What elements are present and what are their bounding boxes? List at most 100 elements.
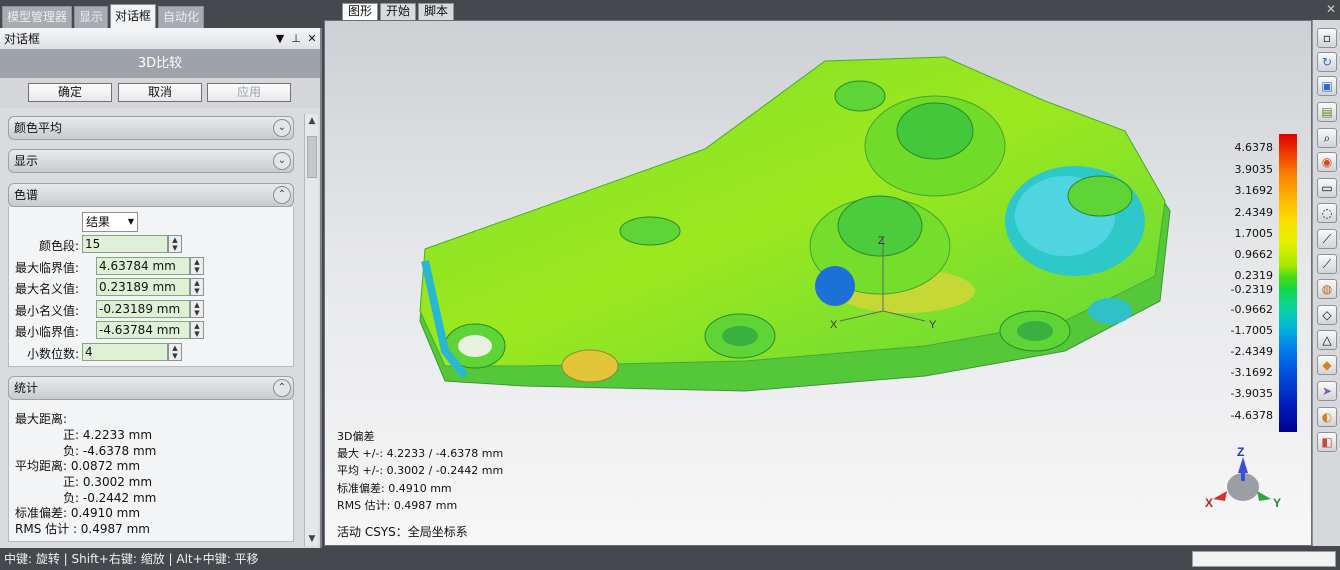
tab-model-manager[interactable]: 模型管理器: [2, 6, 73, 28]
legend-value: -2.4349: [1230, 345, 1273, 358]
section-statistics[interactable]: 统计 ⌃: [8, 376, 294, 400]
collapse-chevron-icon[interactable]: ⌃: [273, 379, 291, 397]
zoom-icon[interactable]: ⌕: [1317, 128, 1337, 148]
section-label: 显示: [14, 154, 39, 168]
dropdown-value: 结果: [86, 215, 111, 229]
tab-script[interactable]: 脚本: [418, 3, 455, 20]
tab-dialog[interactable]: 对话框: [110, 4, 157, 28]
line-select-icon[interactable]: ⟋: [1317, 254, 1337, 274]
section-icon[interactable]: ◐: [1317, 407, 1337, 427]
min-critical-input[interactable]: -4.63784 mm: [96, 321, 190, 339]
tab-display[interactable]: 显示: [74, 6, 109, 28]
decimal-stepper[interactable]: ▲ ▼: [168, 343, 182, 361]
cancel-button[interactable]: 取消: [118, 83, 202, 102]
pin-icon[interactable]: ⊥: [288, 32, 304, 45]
max-nominal-input[interactable]: 0.23189 mm: [96, 278, 190, 296]
overlay-max: 最大 +/-: 4.2233 / -4.6378 mm: [337, 447, 504, 460]
fit-icon[interactable]: ◉: [1317, 152, 1337, 172]
max-critical-input[interactable]: 4.63784 mm: [96, 257, 190, 275]
triad-z-label: Z: [1237, 445, 1244, 459]
stat-line: RMS 估计 : 0.4987 mm: [15, 522, 150, 536]
stat-line: 标准偏差: 0.4910 mm: [15, 506, 141, 520]
vertical-scrollbar[interactable]: ▲ ▼: [304, 114, 318, 546]
triad-y-label: Y: [1273, 496, 1281, 510]
dialog-panel: 对话框 ▼ ⊥ ✕ 3D比较 确定 取消 应用 颜色平均 ⌄ 显示 ⌄ 色谱 ⌃: [0, 28, 322, 548]
close-view-icon[interactable]: ✕: [1326, 2, 1336, 16]
stat-line: 正: 0.3002 mm: [63, 475, 153, 489]
tab-start[interactable]: 开始: [380, 3, 417, 20]
spectrum-body: 结果 ▼ 颜色段: 15 ▲ ▼ 最大临界值: 4.63784 mm ▲ ▼ 最大名…: [8, 207, 294, 367]
scroll-up-icon[interactable]: ▲: [305, 114, 319, 128]
axis-triad[interactable]: Z X Y: [1205, 445, 1285, 515]
apply-button[interactable]: 应用: [207, 83, 291, 102]
segments-stepper[interactable]: ▲ ▼: [168, 235, 182, 253]
scrollbar-thumb[interactable]: [307, 136, 317, 178]
decimal-places-input[interactable]: 4: [82, 343, 168, 361]
select-rect-icon[interactable]: ▭: [1317, 178, 1337, 198]
section-label: 统计: [14, 381, 39, 395]
pointer-icon[interactable]: ➤: [1317, 381, 1337, 401]
section-color-average[interactable]: 颜色平均 ⌄: [8, 116, 294, 140]
surface-icon[interactable]: ◍: [1317, 279, 1337, 299]
brush-icon[interactable]: ⟋: [1317, 229, 1337, 249]
polygon-icon[interactable]: ◇: [1317, 305, 1337, 325]
color-scale-bar: [1279, 134, 1297, 432]
panel-title: 对话框: [4, 32, 41, 46]
legend-value: -1.7005: [1230, 324, 1273, 337]
max-nominal-stepper[interactable]: ▲ ▼: [190, 278, 204, 296]
section-spectrum[interactable]: 色谱 ⌃: [8, 183, 294, 207]
page-icon[interactable]: ▫: [1317, 28, 1337, 48]
collapse-chevron-icon[interactable]: ⌃: [273, 186, 291, 204]
section-label: 色谱: [14, 188, 39, 202]
legend-value: -4.6378: [1230, 409, 1273, 422]
min-nominal-input[interactable]: -0.23189 mm: [96, 300, 190, 318]
close-icon[interactable]: ✕: [304, 32, 320, 45]
legend-value: 3.1692: [1234, 184, 1274, 197]
dialog-title: 3D比较: [0, 50, 320, 78]
status-text: 中键: 旋转 | Shift+右键: 缩放 | Alt+中键: 平移: [4, 552, 259, 566]
polyline-icon[interactable]: △: [1317, 330, 1337, 350]
3d-viewport[interactable]: Z X Y 4.6378 3.9035 3.1692 2.4349 1.7005 0.96…: [324, 20, 1312, 546]
field-label: 最大临界值:: [14, 261, 79, 275]
expand-chevron-icon[interactable]: ⌄: [273, 119, 291, 137]
triad-x-label: X: [1205, 496, 1213, 510]
min-nominal-stepper[interactable]: ▲ ▼: [190, 300, 204, 318]
expand-chevron-icon[interactable]: ⌄: [273, 152, 291, 170]
color-segments-input[interactable]: 15: [82, 235, 168, 253]
dropdown-arrow-icon[interactable]: ▼: [272, 32, 288, 45]
shape-icon[interactable]: ◆: [1317, 355, 1337, 375]
chevron-down-icon: ▼: [127, 217, 134, 226]
tab-automation[interactable]: 自动化: [158, 6, 205, 28]
model-axis-z: Z: [878, 235, 885, 247]
layers-icon[interactable]: ▤: [1317, 102, 1337, 122]
field-label: 最小临界值:: [14, 325, 79, 339]
rotate-icon[interactable]: ↻: [1317, 52, 1337, 72]
dialog-button-row: 确定 取消 应用: [0, 78, 320, 108]
status-field: [1192, 551, 1336, 567]
color-icon[interactable]: ◧: [1317, 432, 1337, 452]
model-axis-y: Y: [929, 319, 937, 331]
section-display[interactable]: 显示 ⌄: [8, 149, 294, 173]
view-tab-bar: 图形 开始 脚本 ✕: [324, 0, 1340, 20]
select-lasso-icon[interactable]: ◌: [1317, 203, 1337, 223]
tab-graphics[interactable]: 图形: [342, 3, 379, 20]
legend-value: 0.9662: [1234, 248, 1274, 261]
left-tab-bar: 模型管理器 显示 对话框 自动化: [0, 0, 322, 28]
ok-button[interactable]: 确定: [28, 83, 112, 102]
legend-value: 4.6378: [1234, 141, 1274, 154]
overlay-avg: 平均 +/-: 0.3002 / -0.2442 mm: [337, 464, 504, 477]
status-bar: 中键: 旋转 | Shift+右键: 缩放 | Alt+中键: 平移: [0, 548, 1340, 570]
legend-value: 2.4349: [1234, 206, 1274, 219]
panel-title-bar: 对话框 ▼ ⊥ ✕: [0, 28, 320, 50]
field-label: 最大名义值:: [14, 282, 79, 296]
overlay-title: 3D偏差: [337, 430, 375, 443]
model-axis-x: X: [830, 319, 838, 331]
min-critical-stepper[interactable]: ▲ ▼: [190, 321, 204, 339]
result-dropdown[interactable]: 结果 ▼: [82, 212, 138, 232]
field-label: 小数位数:: [26, 347, 79, 361]
legend-value: -3.9035: [1230, 387, 1273, 400]
scroll-down-icon[interactable]: ▼: [305, 532, 319, 546]
view-icon[interactable]: ▣: [1317, 76, 1337, 96]
max-critical-stepper[interactable]: ▲ ▼: [190, 257, 204, 275]
view-toolbar: ▫ ↻ ▣ ▤ ⌕ ◉ ▭ ◌ ⟋ ⟋ ◍ ◇ △ ◆ ➤ ◐ ◧: [1312, 20, 1340, 546]
